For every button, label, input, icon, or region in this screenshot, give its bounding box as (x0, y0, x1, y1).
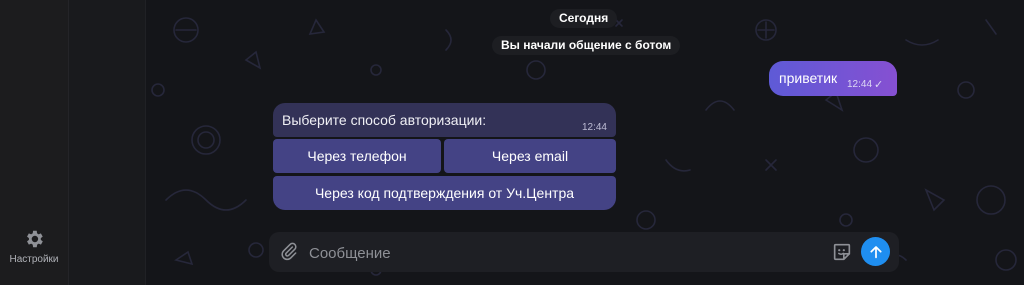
left-rail: Настройки (0, 0, 69, 285)
sticker-icon[interactable] (831, 241, 853, 263)
send-arrow-icon (869, 245, 882, 258)
incoming-message: Выберите способ авторизации: 12:44 (273, 103, 616, 137)
outgoing-message-text: приветик (779, 70, 838, 86)
service-message: Вы начали общение с ботом (492, 36, 681, 55)
outgoing-message: приветик 12:44 ✓ (769, 61, 897, 96)
message-input[interactable] (307, 240, 811, 266)
message-composer (269, 232, 899, 272)
incoming-message-text: Выберите способ авторизации: (282, 112, 487, 128)
check-icon: ✓ (874, 79, 884, 91)
gear-icon (27, 230, 43, 248)
chat-area: Сегодня Вы начали общение с ботом привет… (146, 0, 1024, 285)
settings-button[interactable]: Настройки (0, 228, 68, 268)
settings-label: Настройки (9, 254, 59, 265)
incoming-message-time: 12:44 (581, 122, 607, 133)
chat-list-panel (69, 0, 146, 285)
paperclip-icon[interactable] (279, 242, 299, 262)
auth-code-button[interactable]: Через код подтверждения от Уч.Центра (273, 176, 616, 210)
date-divider: Сегодня (550, 9, 618, 28)
send-button[interactable] (861, 237, 890, 266)
auth-phone-button[interactable]: Через телефон (273, 139, 441, 173)
auth-email-button[interactable]: Через email (444, 139, 616, 173)
outgoing-message-time: 12:44 (847, 79, 873, 90)
